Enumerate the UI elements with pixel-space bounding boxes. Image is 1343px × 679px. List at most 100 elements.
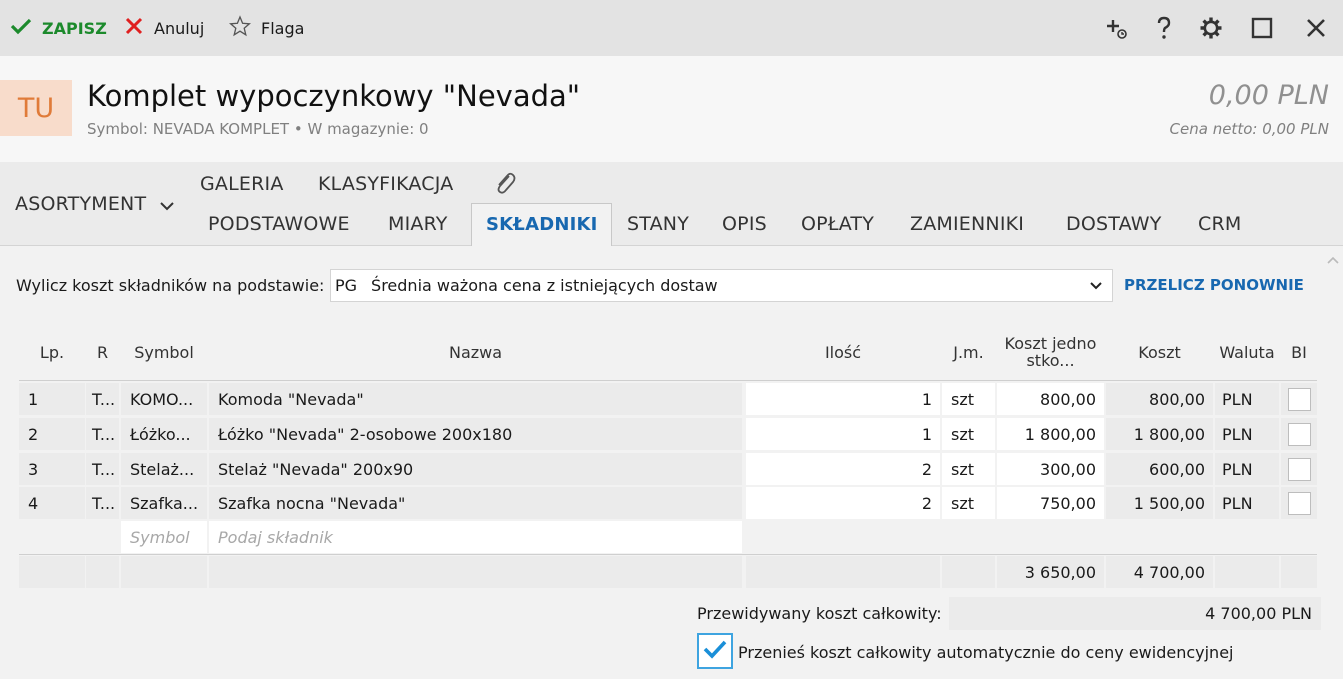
col-header-symbol[interactable]: Symbol: [121, 324, 207, 380]
col-header-jm[interactable]: J.m.: [942, 324, 995, 380]
cell-symbol[interactable]: KOMO...: [121, 383, 207, 415]
tab-klasyfikacja[interactable]: KLASYFIKACJA: [318, 173, 453, 195]
col-header-r[interactable]: R: [86, 324, 119, 380]
cell-r[interactable]: T...: [86, 418, 119, 450]
gear-icon[interactable]: [1197, 14, 1225, 42]
recalc-button[interactable]: PRZELICZ PONOWNIE: [1124, 276, 1304, 294]
col-header-koszt-jedn[interactable]: Koszt jednostko...: [997, 324, 1104, 380]
cell-jm[interactable]: szt: [942, 418, 995, 450]
cell-symbol[interactable]: Stelaż...: [121, 453, 207, 485]
cell-waluta[interactable]: PLN: [1215, 453, 1279, 485]
cancel-label: Anuluj: [154, 18, 205, 38]
cell-nazwa[interactable]: Stelaż "Nevada" 200x90: [209, 453, 742, 485]
cell-jm[interactable]: szt: [942, 383, 995, 415]
col-header-ilosc[interactable]: Ilość: [746, 324, 940, 380]
cell-jm[interactable]: szt: [942, 453, 995, 485]
totals-cell: [746, 556, 940, 588]
cell-lp[interactable]: 1: [19, 383, 85, 415]
total-koszt-jedn: 3 650,00: [997, 556, 1104, 588]
flag-button[interactable]: Flaga: [228, 0, 305, 56]
calc-basis-select[interactable]: PG Średnia ważona cena z istniejących do…: [330, 269, 1113, 302]
chevron-down-icon: [159, 194, 175, 216]
cell-koszt-jedn[interactable]: 300,00: [997, 453, 1104, 485]
close-icon[interactable]: [1302, 14, 1330, 42]
cancel-button[interactable]: Anuluj: [124, 0, 204, 56]
totals-cell: [86, 556, 119, 588]
new-symbol-input[interactable]: Symbol: [121, 521, 207, 553]
cell-symbol[interactable]: Szafka...: [121, 487, 207, 519]
new-component-input[interactable]: Podaj składnik: [209, 521, 742, 553]
totals-cell: [19, 556, 85, 588]
tab-skladniki[interactable]: SKŁADNIKI: [486, 214, 598, 235]
add-linked-icon[interactable]: [1102, 14, 1130, 42]
cell-symbol[interactable]: Łóżko...: [121, 418, 207, 450]
tab-asortyment-label: ASORTYMENT: [15, 193, 147, 215]
price-value: 0,00 PLN: [1208, 80, 1329, 111]
totals-cell: [942, 556, 995, 588]
save-label: ZAPISZ: [42, 18, 107, 38]
cell-koszt[interactable]: 800,00: [1106, 383, 1213, 415]
bi-checkbox[interactable]: [1287, 422, 1311, 446]
col-header-nazwa[interactable]: Nazwa: [209, 324, 742, 380]
totals-cell: [121, 556, 207, 588]
bi-checkbox[interactable]: [1287, 491, 1311, 515]
totals-divider: [19, 554, 1317, 555]
total-cost-value: 4 700,00 PLN: [949, 597, 1321, 630]
tab-stany[interactable]: STANY: [627, 213, 689, 235]
paperclip-icon[interactable]: [492, 170, 518, 203]
cell-koszt-jedn[interactable]: 750,00: [997, 487, 1104, 519]
tab-crm[interactable]: CRM: [1198, 213, 1241, 235]
header-divider: [19, 380, 1317, 381]
cell-koszt-jedn[interactable]: 1 800,00: [997, 418, 1104, 450]
total-cost-label: Przewidywany koszt całkowity:: [697, 604, 942, 623]
cell-waluta[interactable]: PLN: [1215, 487, 1279, 519]
col-header-bi[interactable]: BI: [1281, 324, 1317, 380]
cell-waluta[interactable]: PLN: [1215, 418, 1279, 450]
calc-basis-text: Średnia ważona cena z istniejących dosta…: [371, 276, 718, 295]
tab-oplaty[interactable]: OPŁATY: [801, 213, 874, 235]
auto-transfer-checkbox[interactable]: [697, 633, 733, 669]
cell-koszt[interactable]: 1 800,00: [1106, 418, 1213, 450]
check-icon: [10, 17, 32, 39]
cell-jm[interactable]: szt: [942, 487, 995, 519]
col-header-waluta[interactable]: Waluta: [1215, 324, 1279, 380]
tab-miary[interactable]: MIARY: [388, 213, 448, 235]
checkmark-icon: [702, 638, 728, 664]
cell-nazwa[interactable]: Komoda "Nevada": [209, 383, 742, 415]
save-button[interactable]: ZAPISZ: [10, 0, 107, 56]
tab-asortyment[interactable]: ASORTYMENT: [15, 193, 175, 216]
cell-r[interactable]: T...: [86, 383, 119, 415]
cell-koszt[interactable]: 1 500,00: [1106, 487, 1213, 519]
cell-lp[interactable]: 4: [19, 487, 85, 519]
cell-ilosc[interactable]: 2: [746, 487, 940, 519]
tab-podstawowe[interactable]: PODSTAWOWE: [208, 213, 350, 235]
item-header: TU Komplet wypoczynkowy "Nevada" Symbol:…: [0, 56, 1343, 162]
tab-dostawy[interactable]: DOSTAWY: [1066, 213, 1162, 235]
cell-r[interactable]: T...: [86, 453, 119, 485]
scroll-up-icon[interactable]: [1326, 251, 1340, 269]
help-icon[interactable]: [1150, 14, 1178, 42]
cell-lp[interactable]: 2: [19, 418, 85, 450]
cell-waluta[interactable]: PLN: [1215, 383, 1279, 415]
cell-koszt-jedn[interactable]: 800,00: [997, 383, 1104, 415]
cell-ilosc[interactable]: 2: [746, 453, 940, 485]
bi-checkbox[interactable]: [1287, 387, 1311, 411]
col-header-koszt[interactable]: Koszt: [1106, 324, 1213, 380]
cell-nazwa[interactable]: Szafka nocna "Nevada": [209, 487, 742, 519]
tab-zamienniki[interactable]: ZAMIENNIKI: [910, 213, 1024, 235]
cell-lp[interactable]: 3: [19, 453, 85, 485]
cell-ilosc[interactable]: 1: [746, 418, 940, 450]
flag-label: Flaga: [261, 18, 305, 38]
tab-galeria[interactable]: GALERIA: [200, 173, 284, 195]
bi-checkbox[interactable]: [1287, 457, 1311, 481]
auto-transfer-label: Przenieś koszt całkowity automatycznie d…: [738, 643, 1234, 662]
col-header-lp[interactable]: Lp.: [19, 324, 85, 380]
cell-ilosc[interactable]: 1: [746, 383, 940, 415]
cell-koszt[interactable]: 600,00: [1106, 453, 1213, 485]
tab-opis[interactable]: OPIS: [722, 213, 767, 235]
cell-nazwa[interactable]: Łóżko "Nevada" 2-osobowe 200x180: [209, 418, 742, 450]
totals-cell: [1281, 556, 1317, 588]
page-title: Komplet wypoczynkowy "Nevada": [87, 79, 581, 113]
cell-r[interactable]: T...: [86, 487, 119, 519]
maximize-icon[interactable]: [1248, 14, 1276, 42]
